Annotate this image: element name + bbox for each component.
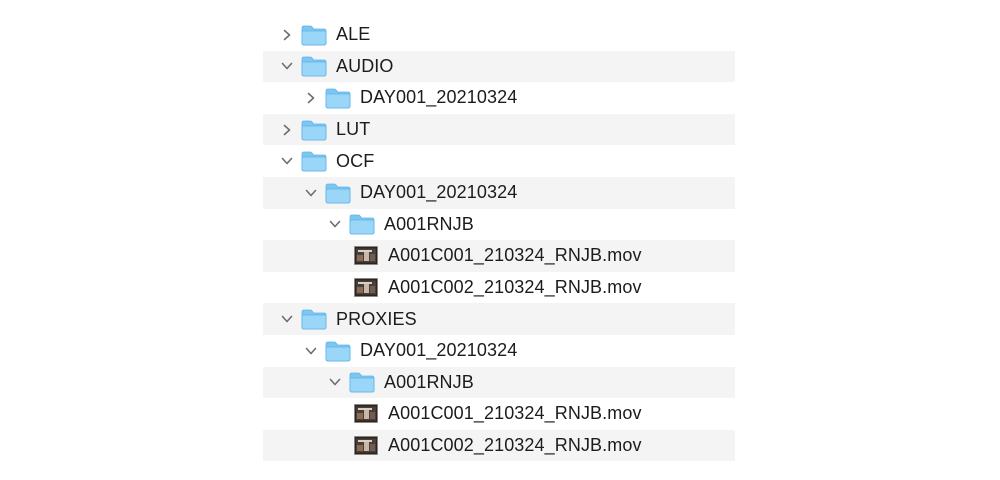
chevron-down-icon[interactable] (304, 344, 318, 358)
file-row[interactable]: A001C001_210324_RNJB.mov (263, 398, 735, 430)
file-name: A001C002_210324_RNJB.mov (388, 435, 642, 456)
folder-name: ALE (336, 24, 371, 45)
folder-name: OCF (336, 150, 375, 171)
file-tree: ALE AUDIO DAY001_20210324 LUT OCF DAY001_2021… (263, 19, 735, 462)
folder-icon (300, 150, 328, 172)
chevron-right-icon[interactable] (280, 123, 294, 137)
folder-row[interactable]: A001RNJB (263, 366, 735, 399)
chevron-down-icon[interactable] (304, 186, 318, 200)
video-file-icon (335, 404, 380, 424)
file-row[interactable]: A001C002_210324_RNJB.mov (263, 272, 735, 304)
file-row[interactable]: A001C001_210324_RNJB.mov (263, 240, 735, 272)
folder-icon (300, 308, 328, 330)
folder-name: LUT (336, 119, 371, 140)
chevron-down-icon[interactable] (280, 59, 294, 73)
folder-row[interactable]: LUT (263, 113, 735, 146)
folder-icon (300, 55, 328, 77)
video-file-icon (335, 246, 380, 266)
folder-row[interactable]: A001RNJB (263, 209, 735, 241)
video-file-icon (335, 278, 380, 297)
folder-icon (324, 87, 352, 109)
chevron-down-icon[interactable] (328, 375, 342, 389)
folder-name: DAY001_20210324 (360, 182, 518, 203)
chevron-right-icon[interactable] (304, 91, 318, 105)
folder-icon (324, 340, 352, 362)
folder-icon (348, 371, 376, 393)
folder-icon (300, 24, 328, 46)
folder-name: A001RNJB (384, 371, 474, 392)
chevron-right-icon[interactable] (280, 28, 294, 42)
folder-row[interactable]: DAY001_20210324 (263, 176, 735, 209)
folder-icon (300, 119, 328, 141)
folder-icon (348, 213, 376, 235)
folder-row[interactable]: DAY001_20210324 (263, 335, 735, 367)
chevron-down-icon[interactable] (280, 312, 294, 326)
chevron-down-icon[interactable] (328, 217, 342, 231)
folder-row[interactable]: OCF (263, 145, 735, 177)
file-row[interactable]: A001C002_210324_RNJB.mov (263, 429, 735, 462)
folder-row[interactable]: ALE (263, 19, 735, 51)
folder-icon (324, 182, 352, 204)
chevron-down-icon[interactable] (280, 154, 294, 168)
file-name: A001C001_210324_RNJB.mov (388, 245, 642, 266)
folder-name: DAY001_20210324 (360, 340, 518, 361)
folder-row[interactable]: AUDIO (263, 50, 735, 83)
file-name: A001C002_210324_RNJB.mov (388, 277, 642, 298)
folder-row[interactable]: PROXIES (263, 303, 735, 335)
folder-name: DAY001_20210324 (360, 87, 518, 108)
folder-name: PROXIES (336, 308, 417, 329)
folder-name: A001RNJB (384, 213, 474, 234)
folder-name: AUDIO (336, 55, 394, 76)
video-file-icon (335, 436, 380, 455)
folder-row[interactable]: DAY001_20210324 (263, 82, 735, 114)
file-name: A001C001_210324_RNJB.mov (388, 403, 642, 424)
